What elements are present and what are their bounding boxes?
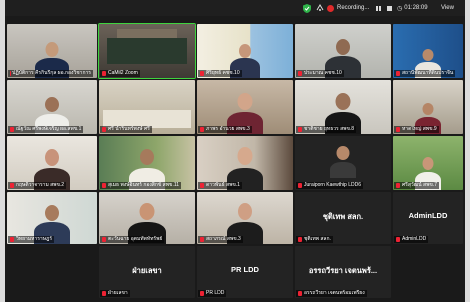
muted-mic-icon — [396, 71, 400, 76]
participant-tile[interactable]: ชาติชาย ยุทธวร สพข.8 — [295, 80, 391, 134]
participant-name: สถาภรณ์ สพข.3 — [198, 236, 243, 243]
recording-label: Recording... — [337, 5, 370, 11]
participant-name: ชาติชาย ยุทธวร สพข.8 — [296, 126, 357, 133]
participant-tile[interactable]: Juraiporn Kaewthip LDD6 — [295, 136, 391, 190]
participant-display-name: AdminLDD — [408, 210, 448, 220]
muted-mic-icon — [396, 183, 400, 188]
participant-name: CaMil2 Zoom — [100, 70, 140, 77]
view-button[interactable]: View — [441, 3, 454, 13]
participant-display-name: ฝ่ายเลขา — [132, 265, 162, 275]
participant-tile[interactable]: วิทยามหาราษฎร์ — [7, 192, 97, 244]
stop-recording-icon[interactable] — [386, 3, 393, 13]
participant-tile-no-video[interactable]: AdminLDD AdminLDD — [393, 192, 463, 244]
muted-mic-icon — [10, 237, 14, 242]
participant-tile[interactable]: หาดใหญ่ สพข.9 — [393, 80, 463, 134]
participant-name: ศรีสุวัฒน์ สพข.7 — [394, 182, 439, 189]
participant-name: สถานีพัฒนาที่ดินปราจีน — [394, 70, 456, 77]
participant-tile[interactable]: สถาภรณ์ สพข.3 — [197, 192, 293, 244]
participant-tile-no-video[interactable]: ฝ่ายเลขา ฝ่ายเลขา — [99, 246, 195, 298]
participant-tile-no-video[interactable]: อรรถวีรยา เจตนพร้... อรรถวีรยา เจตนพร้อม… — [295, 246, 391, 298]
timer-text: 01:28:09 — [404, 5, 428, 11]
participant-tile[interactable]: ปฏิบัติการ คีรกินรีกุล ผอ.กองวิชาการ — [7, 24, 97, 78]
meeting-timer: ◷ 01:28:09 — [397, 3, 428, 13]
avatar — [328, 144, 358, 178]
room-screen — [117, 29, 177, 38]
participant-tile[interactable]: สุเมธ พงษ์อินทร์ กองสิกข์ สพข.11 — [99, 136, 195, 190]
meeting-topbar: Recording... ◷ 01:28:09 View — [5, 0, 465, 16]
participant-tile[interactable]: ศรี นำรินทร์พงษ์ ศรี — [99, 80, 195, 134]
participant-name: PR LDD — [198, 290, 227, 297]
muted-mic-icon — [200, 291, 204, 296]
muted-mic-icon — [298, 127, 302, 132]
muted-mic-icon — [10, 127, 14, 132]
pause-recording-icon[interactable] — [375, 3, 382, 13]
participant-display-name: PR LDD — [231, 264, 259, 274]
participant-name: ชุติเทพ สลก. — [296, 236, 333, 243]
muted-mic-icon — [298, 71, 302, 76]
participant-tile[interactable]: ศิริยุทธ์ คชช.10 — [197, 24, 293, 78]
gallery-grid: ปฏิบัติการ คีรกินรีกุล ผอ.กองวิชาการ CaM… — [7, 23, 463, 298]
participant-name: ณัฐวัณ ศรีพงษ์เจริญ ผอ.สพข.1 — [8, 126, 84, 133]
muted-mic-icon — [298, 237, 302, 242]
participant-name: AdminLDD — [394, 236, 429, 243]
muted-mic-icon — [200, 183, 204, 188]
participant-name: ดาวพันธ์ สพข.1 — [198, 182, 242, 189]
participant-display-name: อรรถวีรยา เจตนพร้... — [308, 265, 378, 275]
participant-tile[interactable]: สถานีพัฒนาที่ดินปราจีน — [393, 24, 463, 78]
record-dot-icon — [327, 4, 334, 12]
muted-mic-icon — [102, 183, 106, 188]
participant-name: ประมาณ คชช.10 — [296, 70, 344, 77]
participant-name: กฤษดิ์วาจาราม สพข.2 — [8, 182, 67, 189]
participant-name: ศรี นำรินทร์พงษ์ ศรี — [100, 126, 152, 133]
participant-tile[interactable]: กฤษดิ์วาจาราม สพข.2 — [7, 136, 97, 190]
connection-icon[interactable] — [316, 3, 324, 13]
participant-name: สุเมธ พงษ์อินทร์ กองสิกข์ สพข.11 — [100, 182, 182, 189]
participant-tile-no-video[interactable]: PR LDD PR LDD — [197, 246, 293, 298]
muted-mic-icon — [200, 127, 204, 132]
participant-tile[interactable]: CaMil2 Zoom — [98, 23, 196, 79]
muted-mic-icon — [396, 237, 400, 242]
participant-name: อรรถวีรยา เจตนพร้อมเพรียง — [296, 290, 367, 297]
meeting-room-table — [107, 38, 187, 64]
muted-mic-icon — [200, 237, 204, 242]
participant-name: หาดใหญ่ สพข.9 — [394, 126, 439, 133]
participant-name: วิทยามหาราษฎร์ — [8, 236, 55, 243]
participant-name: ตะวันฉาย อุตมทัพท์ทรัพย์ — [100, 236, 165, 243]
recording-indicator[interactable]: Recording... — [327, 3, 369, 13]
participant-name: Juraiporn Kaewthip LDD6 — [296, 182, 363, 189]
participant-tile[interactable]: ศรีสุวัฒน์ สพข.7 — [393, 136, 463, 190]
muted-mic-icon — [102, 237, 106, 242]
muted-mic-icon — [102, 71, 106, 76]
muted-mic-icon — [102, 291, 106, 296]
participant-tile[interactable]: ตะวันฉาย อุตมทัพท์ทรัพย์ — [99, 192, 195, 244]
muted-mic-icon — [396, 127, 400, 132]
participant-name: ภาพร อำนวย สพข.3 — [198, 126, 252, 133]
participant-name: ปฏิบัติการ คีรกินรีกุล ผอ.กองวิชาการ — [8, 70, 93, 77]
zoom-window: Recording... ◷ 01:28:09 View ปฏิบัติการ … — [5, 0, 465, 302]
view-label: View — [441, 5, 454, 11]
muted-mic-icon — [10, 183, 14, 188]
muted-mic-icon — [200, 71, 204, 76]
muted-mic-icon — [298, 183, 302, 188]
shield-icon[interactable] — [303, 3, 311, 13]
participant-tile[interactable]: ภาพร อำนวย สพข.3 — [197, 80, 293, 134]
muted-mic-icon — [102, 127, 106, 132]
participant-tile-no-video[interactable]: ชุติเทพ สลก. ชุติเทพ สลก. — [295, 192, 391, 244]
participant-tile[interactable]: ณัฐวัณ ศรีพงษ์เจริญ ผอ.สพข.1 — [7, 80, 97, 134]
participant-tile[interactable]: ประมาณ คชช.10 — [295, 24, 391, 78]
participant-name: ฝ่ายเลขา — [100, 290, 130, 297]
muted-mic-icon — [298, 291, 302, 296]
participant-tile[interactable]: ดาวพันธ์ สพข.1 — [197, 136, 293, 190]
clock-icon: ◷ — [397, 5, 403, 12]
participant-name: ศิริยุทธ์ คชช.10 — [198, 70, 242, 77]
participant-display-name: ชุติเทพ สลก. — [322, 211, 364, 221]
